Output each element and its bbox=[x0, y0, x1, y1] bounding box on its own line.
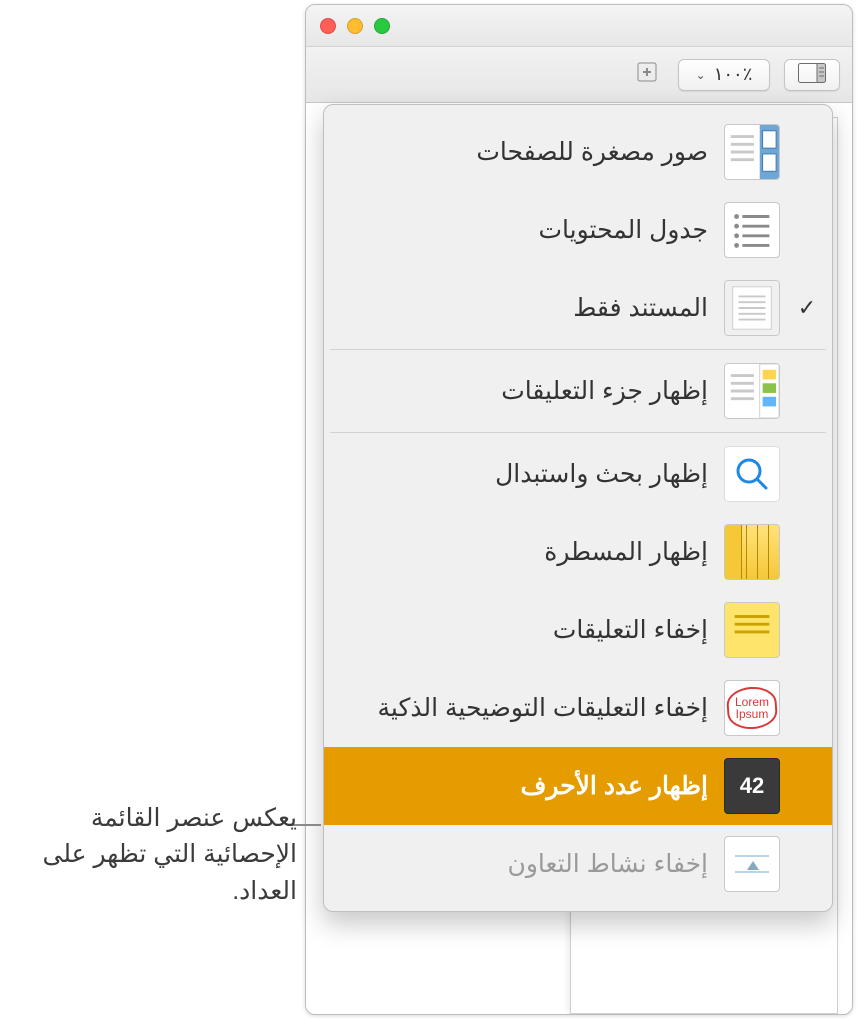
view-menu-popover: صور مصغرة للصفحات جدول المحتويات ✓ bbox=[323, 104, 833, 912]
checkmark-icon: ✓ bbox=[796, 295, 818, 321]
count-badge-value: 42 bbox=[740, 773, 764, 799]
minimize-window-button[interactable] bbox=[347, 18, 363, 34]
menu-item-label: المستند فقط bbox=[344, 293, 708, 323]
zoom-value: ٪١٠٠ bbox=[714, 64, 753, 85]
menu-item-show-find-replace[interactable]: إظهار بحث واستبدال bbox=[324, 435, 832, 513]
menu-item-page-thumbnails[interactable]: صور مصغرة للصفحات bbox=[324, 113, 832, 191]
menu-item-hide-smart-annotations[interactable]: LoremIpsum إخفاء التعليقات التوضيحية الذ… bbox=[324, 669, 832, 747]
menu-item-label: إظهار عدد الأحرف bbox=[344, 771, 708, 801]
fullscreen-window-button[interactable] bbox=[374, 18, 390, 34]
ruler-icon bbox=[724, 524, 780, 580]
menu-item-show-comments-pane[interactable]: إظهار جزء التعليقات bbox=[324, 352, 832, 430]
menu-separator bbox=[330, 349, 826, 350]
smart-annotations-icon: LoremIpsum bbox=[724, 680, 780, 736]
menu-item-label: إخفاء نشاط التعاون bbox=[344, 849, 708, 879]
menu-item-label: إخفاء التعليقات التوضيحية الذكية bbox=[344, 693, 708, 723]
menu-item-label: إخفاء التعليقات bbox=[344, 615, 708, 645]
menu-item-show-ruler[interactable]: إظهار المسطرة bbox=[324, 513, 832, 591]
window-titlebar bbox=[306, 5, 852, 47]
thumbnails-icon bbox=[724, 124, 780, 180]
menu-item-hide-collaboration-activity: إخفاء نشاط التعاون bbox=[324, 825, 832, 903]
close-window-button[interactable] bbox=[320, 18, 336, 34]
menu-item-table-of-contents[interactable]: جدول المحتويات bbox=[324, 191, 832, 269]
menu-item-label: إظهار جزء التعليقات bbox=[344, 376, 708, 406]
plus-page-icon bbox=[635, 64, 659, 89]
view-menu-button[interactable] bbox=[784, 59, 840, 91]
callout-text: يعكس عنصر القائمة الإحصائية التي تظهر عل… bbox=[17, 800, 297, 909]
menu-item-label: إظهار بحث واستبدال bbox=[344, 459, 708, 489]
search-icon bbox=[724, 446, 780, 502]
chevron-down-icon: ⌄ bbox=[696, 68, 706, 82]
menu-item-label: جدول المحتويات bbox=[344, 215, 708, 245]
sticky-note-icon bbox=[724, 602, 780, 658]
toolbar: ٪١٠٠ ⌄ bbox=[306, 47, 852, 103]
document-only-icon bbox=[724, 280, 780, 336]
sidebar-icon bbox=[798, 63, 826, 86]
character-count-icon: 42 bbox=[724, 758, 780, 814]
zoom-dropdown[interactable]: ٪١٠٠ ⌄ bbox=[678, 59, 770, 91]
toc-icon bbox=[724, 202, 780, 258]
add-page-button[interactable] bbox=[630, 60, 664, 90]
collaboration-activity-icon bbox=[724, 836, 780, 892]
comments-pane-icon bbox=[724, 363, 780, 419]
menu-item-label: صور مصغرة للصفحات bbox=[344, 137, 708, 167]
menu-item-hide-comments[interactable]: إخفاء التعليقات bbox=[324, 591, 832, 669]
menu-item-show-character-count[interactable]: 42 إظهار عدد الأحرف bbox=[324, 747, 832, 825]
menu-item-label: إظهار المسطرة bbox=[344, 537, 708, 567]
menu-item-document-only[interactable]: ✓ المستند فقط bbox=[324, 269, 832, 347]
menu-separator bbox=[330, 432, 826, 433]
